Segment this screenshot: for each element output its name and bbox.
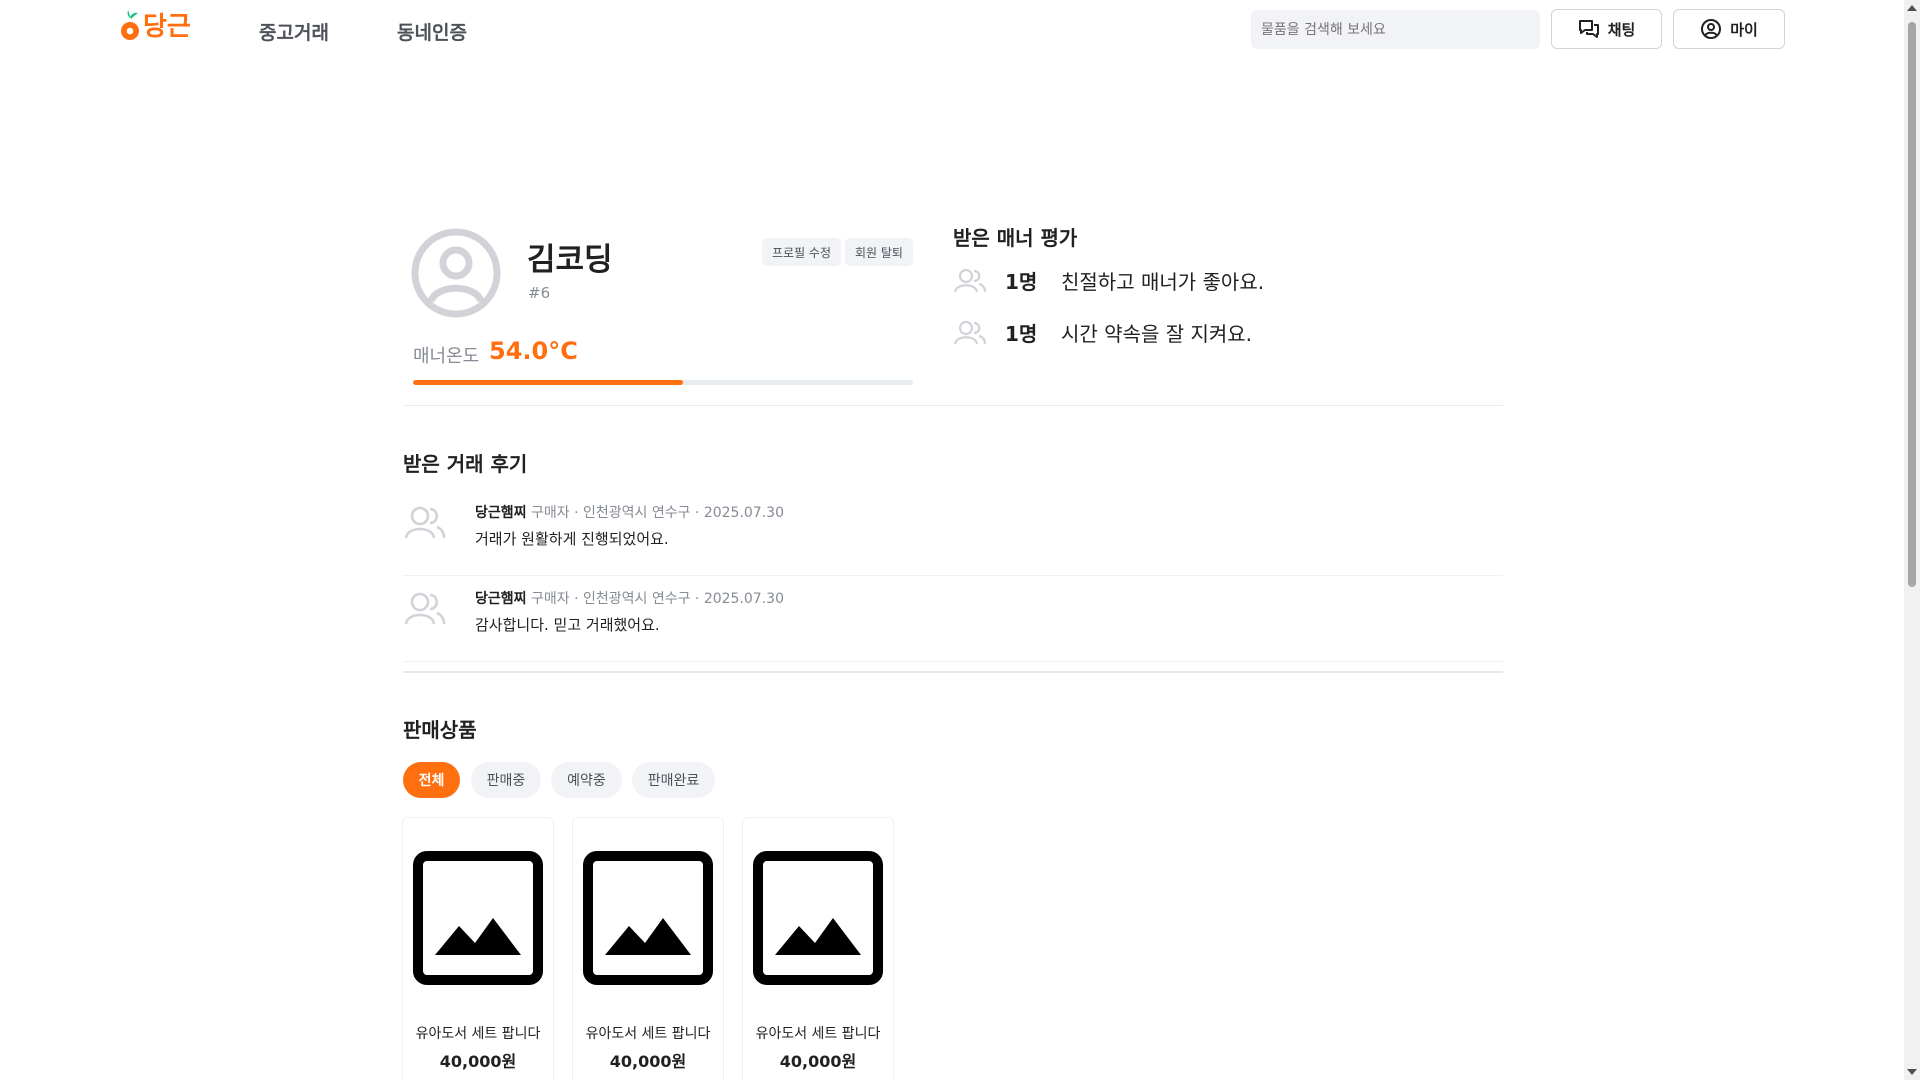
product-card[interactable]: 유아도서 세트 팝니다 40,000원 [402, 817, 554, 1080]
image-placeholder-icon [583, 851, 713, 985]
carrot-logo-icon [121, 10, 139, 40]
chat-icon [1578, 20, 1599, 38]
review-author: 당근햄찌 [475, 505, 527, 521]
products-title: 판매상품 [403, 718, 477, 742]
people-icon [953, 268, 987, 292]
manner-item: 1명 친절하고 매너가 좋아요. [953, 266, 1264, 295]
product-title: 유아도서 세트 팝니다 [755, 1026, 881, 1042]
people-icon [953, 320, 987, 344]
review-text: 감사합니다. 믿고 거래했어요. [475, 616, 660, 634]
review-meta: 당근햄찌 구매자 · 인천광역시 연수구 · 2025.07.30 [475, 588, 784, 608]
scrollbar-thumb[interactable] [1908, 22, 1916, 587]
nav-used-trade[interactable]: 중고거래 [259, 18, 329, 45]
review-author: 당근햄찌 [475, 591, 527, 607]
withdraw-button[interactable]: 회원 탈퇴 [845, 238, 913, 266]
section-divider [403, 405, 1503, 406]
chat-button-label: 채팅 [1607, 20, 1636, 39]
edit-profile-button[interactable]: 프로필 수정 [762, 238, 842, 266]
manner-temp-label: 매너온도 [413, 346, 480, 367]
reviewer-people-icon [404, 506, 446, 539]
logo-text: 당근 [143, 12, 191, 42]
filter-reserved[interactable]: 예약중 [551, 762, 622, 798]
logo[interactable]: 당근 [119, 8, 191, 42]
user-circle-icon [1701, 19, 1722, 39]
search-input[interactable] [1251, 10, 1540, 49]
manner-temp-value: 54.0°C [489, 337, 578, 365]
page-scrollbar[interactable] [1904, 0, 1920, 1080]
review-item: 당근햄찌 구매자 · 인천광역시 연수구 · 2025.07.30 거래가 원활… [403, 490, 1503, 576]
product-price: 40,000원 [609, 1052, 687, 1071]
manner-title: 받은 매너 평가 [953, 226, 1078, 250]
scroll-up-arrow-icon[interactable] [1907, 5, 1917, 11]
chat-button[interactable]: 채팅 [1551, 9, 1662, 49]
manner-temp-fill [413, 380, 683, 385]
avatar-icon [411, 228, 501, 318]
product-title: 유아도서 세트 팝니다 [585, 1026, 711, 1042]
profile-name: 김코딩 [527, 242, 613, 278]
top-header: 당근 중고거래 동네인증 채팅 마이 [0, 0, 1904, 58]
review-meta: 당근햄찌 구매자 · 인천광역시 연수구 · 2025.07.30 [475, 502, 784, 522]
manner-item: 1명 시간 약속을 잘 지켜요. [953, 318, 1252, 347]
my-button[interactable]: 마이 [1673, 9, 1785, 49]
review-text: 거래가 원활하게 진행되었어요. [475, 530, 669, 548]
product-price: 40,000원 [439, 1052, 517, 1071]
review-info: 구매자 · 인천광역시 연수구 · 2025.07.30 [530, 591, 784, 607]
manner-count: 1명 [1005, 270, 1038, 294]
manner-count: 1명 [1005, 322, 1038, 346]
profile-id: #6 [528, 284, 551, 302]
product-card[interactable]: 유아도서 세트 팝니다 40,000원 [742, 817, 894, 1080]
section-divider [403, 671, 1503, 673]
manner-text: 시간 약속을 잘 지켜요. [1061, 322, 1253, 346]
review-item: 당근햄찌 구매자 · 인천광역시 연수구 · 2025.07.30 감사합니다.… [403, 576, 1503, 662]
reviews-title: 받은 거래 후기 [403, 452, 528, 476]
nav-neighborhood-verify[interactable]: 동네인증 [397, 18, 467, 45]
reviewer-people-icon [404, 592, 446, 625]
review-info: 구매자 · 인천광역시 연수구 · 2025.07.30 [530, 505, 784, 521]
image-placeholder-icon [413, 851, 543, 985]
manner-text: 친절하고 매너가 좋아요. [1061, 270, 1265, 294]
product-title: 유아도서 세트 팝니다 [415, 1026, 541, 1042]
my-button-label: 마이 [1730, 20, 1758, 39]
manner-temp-bar [413, 380, 913, 385]
product-card[interactable]: 유아도서 세트 팝니다 40,000원 [572, 817, 724, 1080]
scroll-down-arrow-icon[interactable] [1907, 1069, 1917, 1075]
filter-all[interactable]: 전체 [403, 762, 460, 798]
filter-sold[interactable]: 판매완료 [632, 762, 715, 798]
product-price: 40,000원 [779, 1052, 857, 1071]
image-placeholder-icon [753, 851, 883, 985]
filter-on-sale[interactable]: 판매중 [471, 762, 541, 798]
